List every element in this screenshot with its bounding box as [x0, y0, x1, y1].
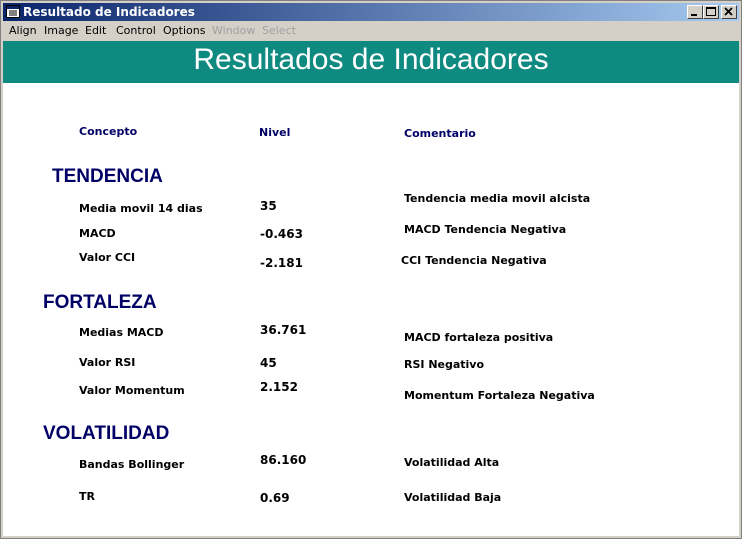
- level-value: 86.160: [260, 453, 307, 467]
- maximize-icon: [706, 7, 716, 16]
- menu-align[interactable]: Align: [9, 24, 37, 37]
- comment-text: Volatilidad Baja: [404, 491, 502, 504]
- app-icon[interactable]: [6, 5, 20, 18]
- comment-text: MACD fortaleza positiva: [404, 331, 554, 344]
- title-bar[interactable]: Resultado de Indicadores: [3, 3, 739, 21]
- app-window: Resultado de Indicadores Align Image Edi…: [0, 0, 742, 539]
- level-value: -2.181: [260, 256, 303, 270]
- banner: Resultados de Indicadores: [3, 41, 739, 83]
- level-value: 45: [260, 356, 277, 370]
- minimize-button[interactable]: [687, 5, 703, 19]
- section-title-volatilidad: VOLATILIDAD: [43, 423, 170, 444]
- minimize-icon: [691, 14, 697, 16]
- comment-text: Momentum Fortaleza Negativa: [404, 389, 595, 402]
- maximize-button[interactable]: [703, 5, 719, 19]
- concept-label: TR: [79, 490, 95, 503]
- report-panel: Resultados de Indicadores Concepto Nivel…: [3, 41, 739, 536]
- concept-label: Medias MACD: [79, 326, 164, 339]
- close-icon: [724, 7, 733, 16]
- level-value: 2.152: [260, 380, 298, 394]
- comment-text: CCI Tendencia Negativa: [401, 254, 547, 267]
- comment-text: RSI Negativo: [404, 358, 485, 371]
- column-header-level: Nivel: [259, 126, 291, 139]
- comment-text: MACD Tendencia Negativa: [404, 223, 567, 236]
- menu-edit[interactable]: Edit: [85, 24, 106, 37]
- menu-window[interactable]: Window: [212, 24, 255, 37]
- level-value: -0.463: [260, 227, 303, 241]
- section-title-fortaleza: FORTALEZA: [43, 292, 157, 313]
- menu-select[interactable]: Select: [262, 24, 296, 37]
- column-header-comment: Comentario: [404, 127, 476, 140]
- menu-control[interactable]: Control: [116, 24, 156, 37]
- concept-label: MACD: [79, 227, 116, 240]
- banner-title: Resultados de Indicadores: [193, 43, 549, 76]
- concept-label: Valor CCI: [79, 251, 136, 264]
- level-value: 36.761: [260, 323, 307, 337]
- concept-label: Valor RSI: [79, 356, 136, 369]
- menu-bar: Align Image Edit Control Options Window …: [3, 22, 739, 40]
- concept-label: Valor Momentum: [79, 384, 185, 397]
- menu-options[interactable]: Options: [163, 24, 205, 37]
- window-title: Resultado de Indicadores: [23, 5, 195, 19]
- close-button[interactable]: [721, 5, 737, 19]
- level-value: 0.69: [260, 491, 290, 505]
- level-value: 35: [260, 199, 277, 213]
- comment-text: Volatilidad Alta: [404, 456, 500, 469]
- comment-text: Tendencia media movil alcista: [404, 192, 591, 205]
- concept-label: Bandas Bollinger: [79, 458, 185, 471]
- menu-image[interactable]: Image: [44, 24, 78, 37]
- section-title-tendencia: TENDENCIA: [52, 166, 163, 187]
- concept-label: Media movil 14 dias: [79, 202, 203, 215]
- column-header-concept: Concepto: [79, 125, 138, 138]
